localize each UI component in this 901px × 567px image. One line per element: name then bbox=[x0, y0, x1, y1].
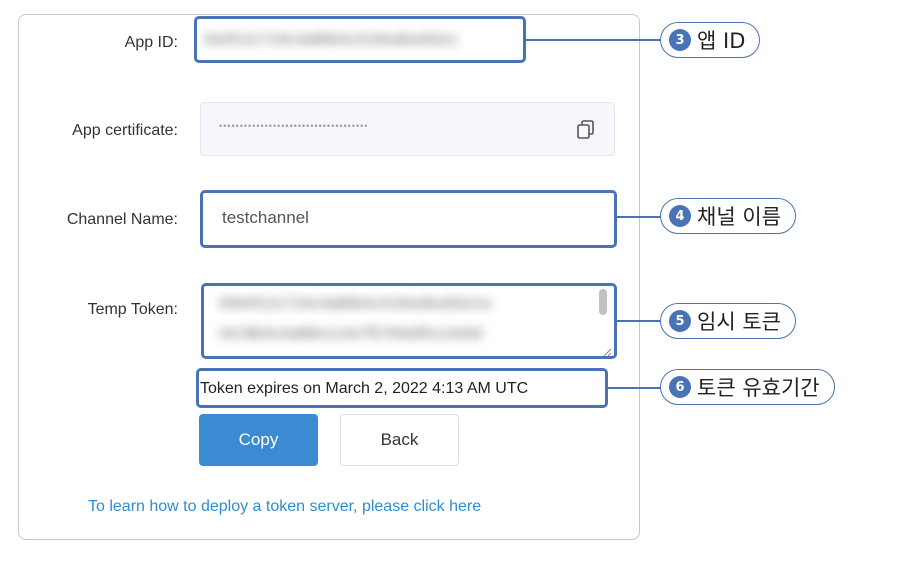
callout-5-connector bbox=[617, 320, 662, 322]
callout-app-id: 3 앱 ID bbox=[660, 22, 761, 58]
callout-3-number: 3 bbox=[669, 29, 691, 51]
channel-name-input[interactable]: testchannel bbox=[202, 192, 615, 246]
copy-button[interactable]: Copy bbox=[199, 414, 318, 466]
temp-token-label: Temp Token: bbox=[87, 301, 178, 318]
app-certificate-field[interactable]: •••••••••••••••••••••••••••••••••••• bbox=[200, 102, 615, 156]
token-card bbox=[18, 14, 640, 540]
callout-3-connector bbox=[526, 39, 662, 41]
token-expiry-text: Token expires on March 2, 2022 4:13 AM U… bbox=[200, 380, 529, 397]
app-id-label: App ID: bbox=[124, 34, 178, 51]
app-certificate-label: App certificate: bbox=[72, 122, 178, 139]
callout-channel-name: 4 채널 이름 bbox=[660, 198, 796, 234]
temp-token-textarea[interactable]: 0064f12c719c4a86b4c419eafea92e1a IAC8b3c… bbox=[203, 285, 615, 357]
copy-icon[interactable] bbox=[576, 119, 596, 141]
channel-name-value: testchannel bbox=[222, 208, 309, 227]
deploy-token-server-link[interactable]: To learn how to deploy a token server, p… bbox=[88, 498, 481, 516]
callout-6-connector bbox=[608, 387, 662, 389]
callout-temp-token: 5 임시 토큰 bbox=[660, 303, 796, 339]
channel-name-label: Channel Name: bbox=[66, 211, 178, 228]
back-button[interactable]: Back bbox=[340, 414, 459, 466]
callout-token-expiry: 6 토큰 유효기간 bbox=[660, 369, 835, 405]
callout-6-number: 6 bbox=[669, 376, 691, 398]
callout-5-number: 5 bbox=[669, 310, 691, 332]
callout-4-text: 채널 이름 bbox=[697, 205, 781, 229]
app-certificate-value: •••••••••••••••••••••••••••••••••••• bbox=[219, 121, 369, 131]
callout-4-connector bbox=[617, 216, 662, 218]
callout-3-text: 앱 ID bbox=[697, 29, 746, 53]
callout-6-text: 토큰 유효기간 bbox=[697, 376, 820, 400]
textarea-scrollbar[interactable] bbox=[599, 289, 607, 315]
app-id-value: 0a4f12c719c4a86b4c419eafea92e1 bbox=[204, 31, 459, 48]
callout-5-text: 임시 토큰 bbox=[697, 310, 781, 334]
resize-handle-icon[interactable] bbox=[602, 344, 612, 357]
callout-4-number: 4 bbox=[669, 205, 691, 227]
